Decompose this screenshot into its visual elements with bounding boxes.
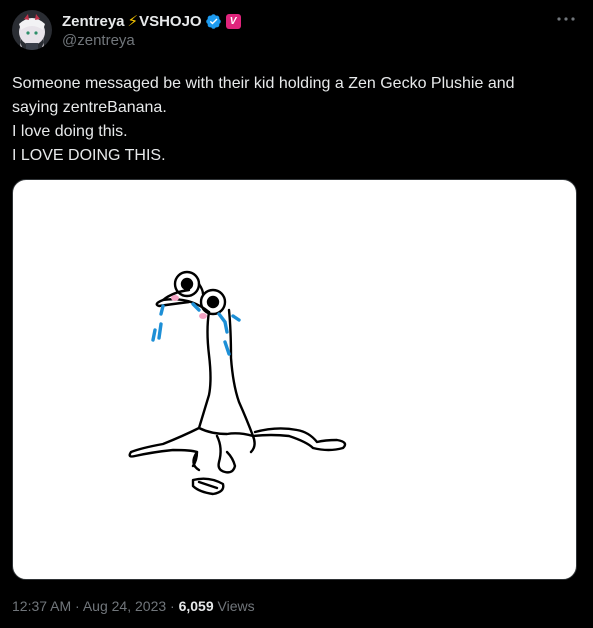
- meta-separator: ·: [170, 598, 175, 614]
- lightning-bolt-icon: ⚡: [127, 13, 139, 30]
- org-badge-icon: V: [225, 13, 241, 29]
- tweet-card: Zentreya ⚡ VSHOJO V @zentreya Someone me…: [0, 0, 593, 628]
- tweet-header: Zentreya ⚡ VSHOJO V @zentreya: [12, 8, 581, 56]
- tweet-image[interactable]: [12, 179, 577, 580]
- tweet-line: I LOVE DOING THIS.: [12, 147, 166, 164]
- tweet-line: I love doing this.: [12, 123, 128, 140]
- user-block: Zentreya ⚡ VSHOJO V @zentreya: [62, 11, 241, 51]
- tweet-text: Someone messaged be with their kid holdi…: [12, 72, 572, 168]
- display-name[interactable]: Zentreya: [62, 13, 125, 30]
- tweet-date[interactable]: Aug 24, 2023: [83, 598, 166, 614]
- meta-separator: ·: [75, 598, 80, 614]
- avatar[interactable]: [12, 10, 52, 50]
- more-options-button[interactable]: [551, 8, 581, 30]
- tweet-line: saying zentreBanana.: [12, 99, 167, 116]
- tweet-time[interactable]: 12:37 AM: [12, 598, 71, 614]
- handle[interactable]: @zentreya: [62, 31, 241, 51]
- name-row: Zentreya ⚡ VSHOJO V: [62, 11, 241, 31]
- tweet-line: Someone messaged be with their kid holdi…: [12, 75, 515, 92]
- org-name[interactable]: VSHOJO: [139, 13, 202, 30]
- more-dots-icon: [557, 17, 575, 21]
- gecko-doodle-drawing: [128, 270, 347, 496]
- views-count[interactable]: 6,059: [179, 598, 214, 614]
- views-label: Views: [217, 598, 255, 614]
- verified-check-icon: [205, 13, 222, 30]
- tweet-meta: 12:37 AM · Aug 24, 2023 · 6,059 Views: [12, 596, 255, 616]
